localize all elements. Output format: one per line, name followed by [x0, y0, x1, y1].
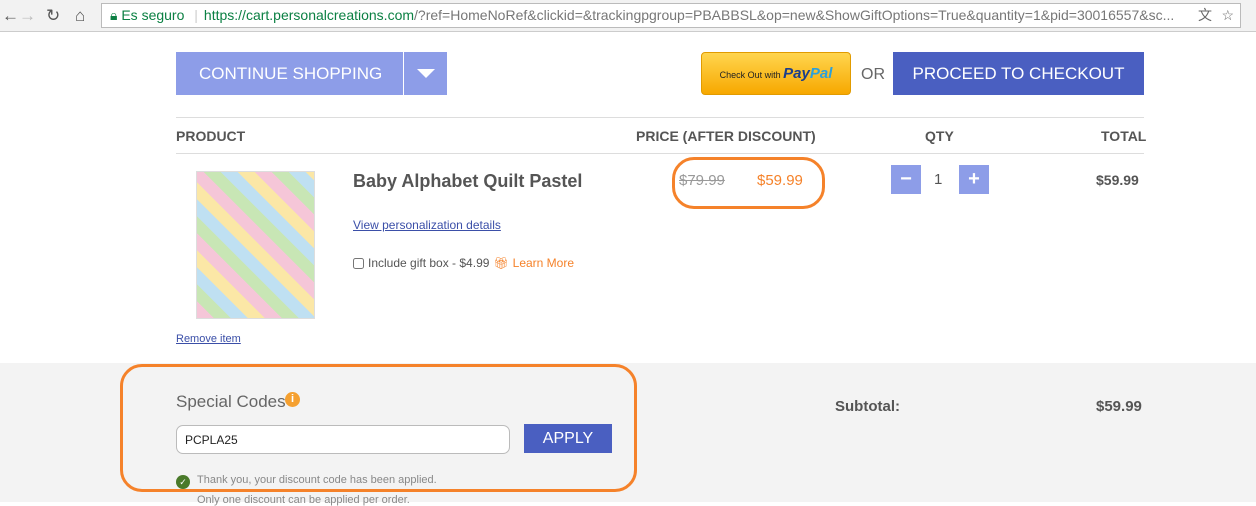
star-icon[interactable]: ☆ — [1221, 4, 1234, 27]
special-codes-title: Special Codes — [176, 392, 286, 411]
paypal-prefix: Check Out with — [719, 70, 781, 80]
gift-box-label: Include gift box - $4.99 — [368, 256, 490, 270]
discount-note: Only one discount can be applied per ord… — [197, 494, 410, 506]
gift-icon: 🎁︎ — [493, 256, 509, 270]
reload-icon[interactable]: ↻ — [46, 6, 60, 26]
qty-value[interactable]: 1 — [934, 171, 942, 188]
proceed-to-checkout-button[interactable]: PROCEED TO CHECKOUT — [893, 52, 1144, 95]
lock-icon: 🔒︎ — [110, 7, 118, 23]
browser-toolbar: ← → ↻ ⌂ 🔒︎ Es seguro | https://cart.perso… — [0, 0, 1256, 32]
forward-icon[interactable]: → — [19, 6, 36, 26]
header-total: TOTAL — [1101, 128, 1147, 144]
discounted-price: $59.99 — [757, 172, 803, 189]
qty-increase-button[interactable]: + — [959, 165, 989, 194]
back-icon[interactable]: ← — [2, 6, 19, 26]
success-message: Thank you, your discount code has been a… — [197, 474, 437, 486]
gift-box-checkbox[interactable] — [353, 257, 364, 269]
remove-item-link[interactable]: Remove item — [176, 333, 241, 345]
info-icon[interactable]: i — [285, 392, 300, 407]
home-icon[interactable]: ⌂ — [75, 6, 85, 26]
product-image[interactable] — [196, 171, 315, 319]
learn-more-link[interactable]: Learn More — [513, 256, 574, 270]
paypal-logo: PayPal — [783, 65, 833, 82]
view-personalization-link[interactable]: View personalization details — [353, 218, 501, 232]
product-name[interactable]: Baby Alphabet Quilt Pastel — [353, 171, 582, 192]
paypal-checkout-button[interactable]: Check Out with PayPal — [701, 52, 851, 95]
item-total: $59.99 — [1096, 172, 1139, 188]
chevron-down-icon[interactable] — [403, 52, 447, 95]
header-price: PRICE (AFTER DISCOUNT) — [636, 128, 816, 144]
continue-shopping-label: CONTINUE SHOPPING — [199, 64, 383, 83]
url-path: /?ref=HomeNoRef&clickid=&trackingpgroup=… — [414, 7, 1175, 23]
qty-decrease-button[interactable]: − — [891, 165, 921, 194]
special-code-input[interactable] — [176, 425, 510, 454]
divider — [176, 153, 1144, 154]
divider — [176, 117, 1144, 118]
address-bar[interactable]: 🔒︎ Es seguro | https://cart.personalcreat… — [101, 3, 1241, 28]
header-qty: QTY — [925, 128, 954, 144]
original-price: $79.99 — [679, 172, 725, 189]
secure-label: Es seguro — [121, 7, 185, 23]
url-host: https://cart.personalcreations.com — [203, 7, 415, 23]
check-circle-icon: ✓ — [176, 475, 190, 489]
header-product: PRODUCT — [176, 128, 246, 144]
subtotal-value: $59.99 — [1096, 398, 1142, 415]
continue-shopping-button[interactable]: CONTINUE SHOPPING — [176, 52, 447, 95]
apply-button[interactable]: APPLY — [524, 424, 612, 453]
subtotal-label: Subtotal: — [835, 398, 900, 415]
or-label: OR — [861, 66, 885, 83]
translate-icon[interactable]: 文 — [1198, 4, 1212, 27]
